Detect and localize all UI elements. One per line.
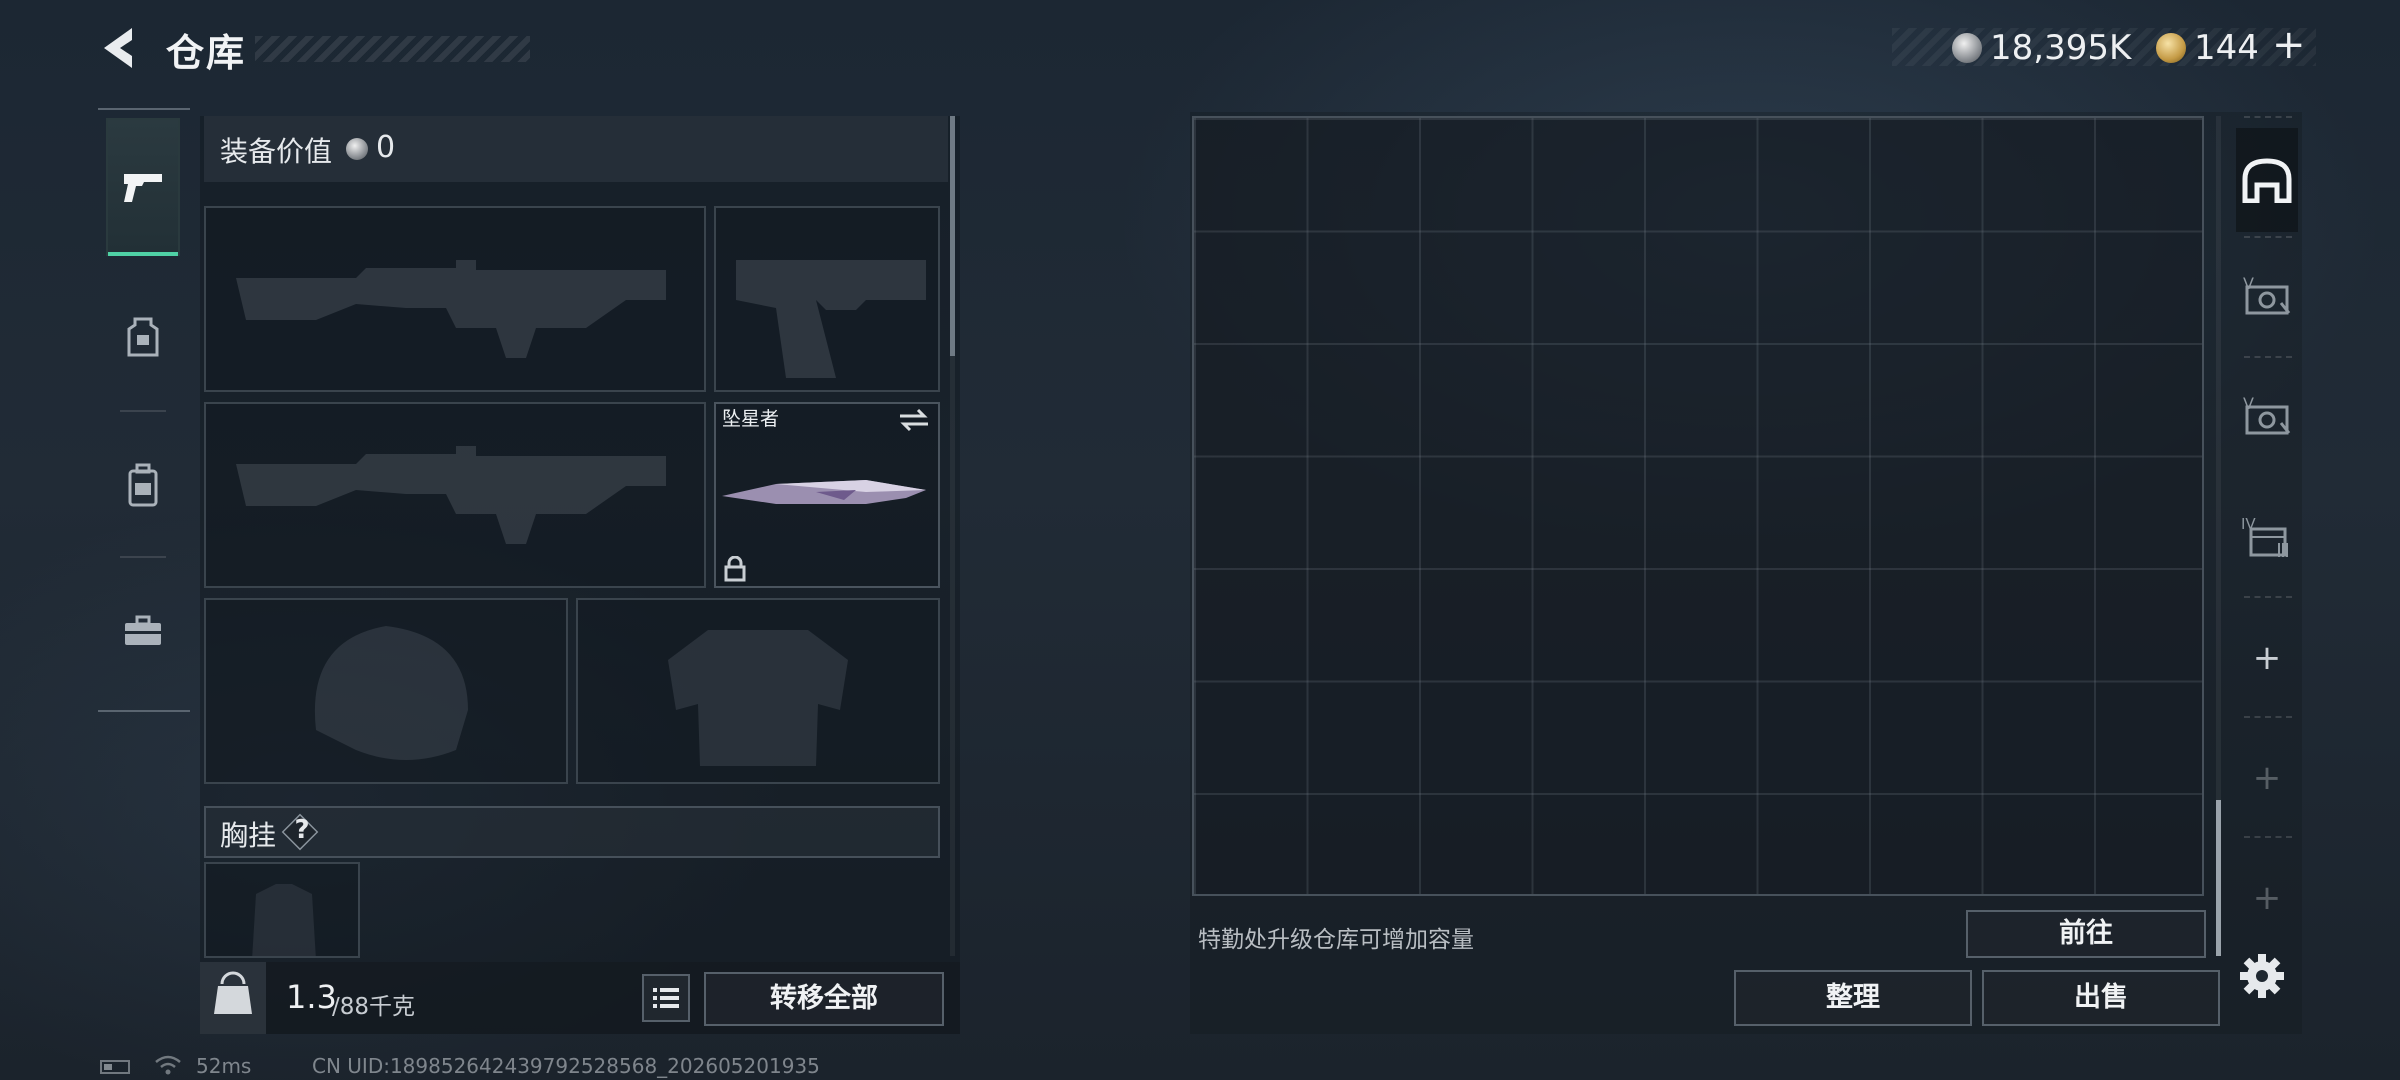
capacity-hint: 特勤处升级仓库可增加容量 — [1198, 927, 1474, 953]
nav-case[interactable] — [106, 562, 180, 700]
tab-divider — [2244, 836, 2292, 838]
weight-capacity: /88千克 — [332, 994, 416, 1020]
plus-icon: + — [2252, 758, 2282, 798]
helmet-slot[interactable] — [204, 598, 568, 784]
page-title: 仓库 — [166, 31, 247, 75]
equipment-value-label: 装备价值 — [220, 135, 333, 168]
transfer-all-button[interactable]: 转移全部 — [704, 972, 944, 1026]
list-view-button[interactable] — [642, 974, 690, 1022]
help-button[interactable]: ? — [286, 815, 318, 845]
assault-rifle-icon — [236, 260, 666, 358]
melee-item-name: 坠星者 — [722, 408, 780, 430]
silver-coin-icon — [346, 138, 368, 160]
armor-vest-icon — [127, 317, 159, 357]
uid-text: CN UID:18985264243979252856​8_2026052019… — [312, 1054, 820, 1078]
plus-icon: + — [2252, 638, 2282, 678]
pistol-silhouette-icon — [736, 260, 926, 378]
wifi-icon — [154, 1054, 182, 1076]
tab-safe-5a[interactable]: V — [2236, 244, 2298, 348]
nav-divider — [120, 410, 166, 412]
tab-divider — [2244, 236, 2292, 238]
tab-safe-4[interactable]: IV — [2236, 484, 2298, 588]
tab-safe-5b[interactable]: V — [2236, 364, 2298, 468]
pistol-slot[interactable] — [714, 206, 940, 392]
lock-icon — [724, 555, 746, 582]
list-icon — [653, 988, 679, 1008]
gold-currency: 144 — [2156, 26, 2259, 68]
gold-amount: 144 — [2194, 27, 2259, 68]
warehouse-icon — [2242, 158, 2292, 203]
nav-divider — [120, 556, 166, 558]
chest-rig-icon — [252, 884, 316, 956]
secondary-weapon-slot[interactable] — [204, 402, 706, 588]
weight-current: 1.3 — [286, 978, 337, 1016]
swap-button[interactable] — [898, 406, 930, 434]
title-decoration — [255, 36, 530, 62]
chest-rig-label: 胸挂 — [220, 819, 277, 852]
tab-divider — [2244, 596, 2292, 598]
swap-arrows-icon — [900, 408, 928, 432]
body-armor-icon — [668, 630, 848, 766]
safe-box-icon: V — [2243, 394, 2291, 435]
nav-weapons[interactable] — [106, 118, 180, 256]
body-armor-slot[interactable] — [576, 598, 940, 784]
sell-button[interactable]: 出售 — [1982, 970, 2220, 1026]
primary-weapon-slot[interactable] — [204, 206, 706, 392]
tab-storage-main[interactable] — [2236, 128, 2298, 232]
gear-icon — [2240, 954, 2284, 998]
back-arrow-icon — [104, 28, 132, 68]
tab-divider — [2244, 716, 2292, 718]
backpack-icon — [128, 463, 158, 507]
ping-text: 52ms — [196, 1054, 252, 1078]
plus-icon: + — [2252, 878, 2282, 918]
assault-rifle-icon — [236, 446, 666, 544]
tab-divider — [2244, 356, 2292, 358]
storage-crate-icon: IV — [2241, 515, 2288, 557]
add-currency-button[interactable]: + — [2272, 22, 2306, 68]
weight-icon — [200, 962, 266, 1034]
chest-rig-slot[interactable] — [204, 862, 360, 958]
battery-icon — [100, 1060, 130, 1074]
go-button[interactable]: 前往 — [1966, 910, 2206, 958]
storage-grid[interactable] — [1192, 116, 2204, 896]
nav-armor[interactable] — [106, 268, 180, 406]
nav-backpack[interactable] — [106, 416, 180, 554]
silver-amount: 18,395K — [1990, 27, 2132, 68]
silver-coin-icon — [1952, 32, 1982, 63]
storage-scroll-thumb[interactable] — [2216, 800, 2221, 956]
briefcase-icon — [125, 615, 161, 645]
add-storage-button[interactable]: + — [2236, 606, 2298, 710]
add-storage-button-disabled[interactable]: + — [2236, 846, 2298, 950]
sort-button[interactable]: 整理 — [1734, 970, 1972, 1026]
pistol-icon — [124, 174, 162, 202]
gold-coin-icon — [2156, 32, 2186, 63]
tab-divider — [2244, 116, 2292, 118]
equipment-value: 0 — [376, 130, 396, 165]
equipment-scroll-thumb[interactable] — [950, 116, 955, 356]
silver-currency: 18,395K — [1952, 26, 2131, 68]
safe-box-icon: V — [2243, 274, 2291, 315]
settings-button[interactable] — [2234, 948, 2290, 1004]
helmet-icon — [314, 626, 468, 760]
add-storage-button-disabled[interactable]: + — [2236, 726, 2298, 830]
back-button[interactable] — [96, 22, 142, 74]
